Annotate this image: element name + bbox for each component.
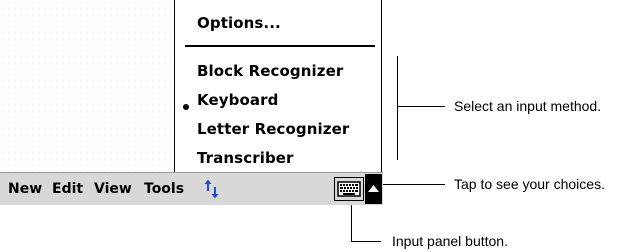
menu-bar: New Edit View Tools [0,172,383,205]
triangle-up-icon [368,185,379,192]
menu-tools[interactable]: Tools [144,181,184,197]
input-method-arrow-button[interactable] [365,174,382,204]
input-panel-button[interactable] [334,177,364,201]
callout-choices: Tap to see your choices. [454,176,605,192]
callout-panel-button: Input panel button. [392,233,508,249]
callout-line-panel-horizontal [351,241,381,242]
up-down-arrows-icon[interactable] [204,179,220,199]
callout-input-method: Select an input method. [454,98,602,114]
input-method-menu: Options... Block Recognizer Keyboard Let… [174,0,382,173]
selected-bullet-icon [183,104,189,110]
menu-item-letter-recognizer[interactable]: Letter Recognizer [197,120,349,138]
menu-view[interactable]: View [94,181,132,197]
callout-line-choices [383,184,445,185]
menu-item-transcriber[interactable]: Transcriber [197,149,294,167]
desktop-background [0,0,172,172]
menu-item-keyboard[interactable]: Keyboard [197,91,278,109]
keyboard-icon [337,181,361,197]
bracket-line [397,56,398,160]
callout-line-panel-vertical [351,205,352,242]
callout-line-input-method [397,106,445,107]
menu-item-block-recognizer[interactable]: Block Recognizer [197,62,343,80]
menu-item-options[interactable]: Options... [197,14,281,32]
menu-edit[interactable]: Edit [52,181,83,197]
background-pattern [0,0,172,172]
menu-separator [185,45,375,47]
menu-new[interactable]: New [8,181,42,197]
